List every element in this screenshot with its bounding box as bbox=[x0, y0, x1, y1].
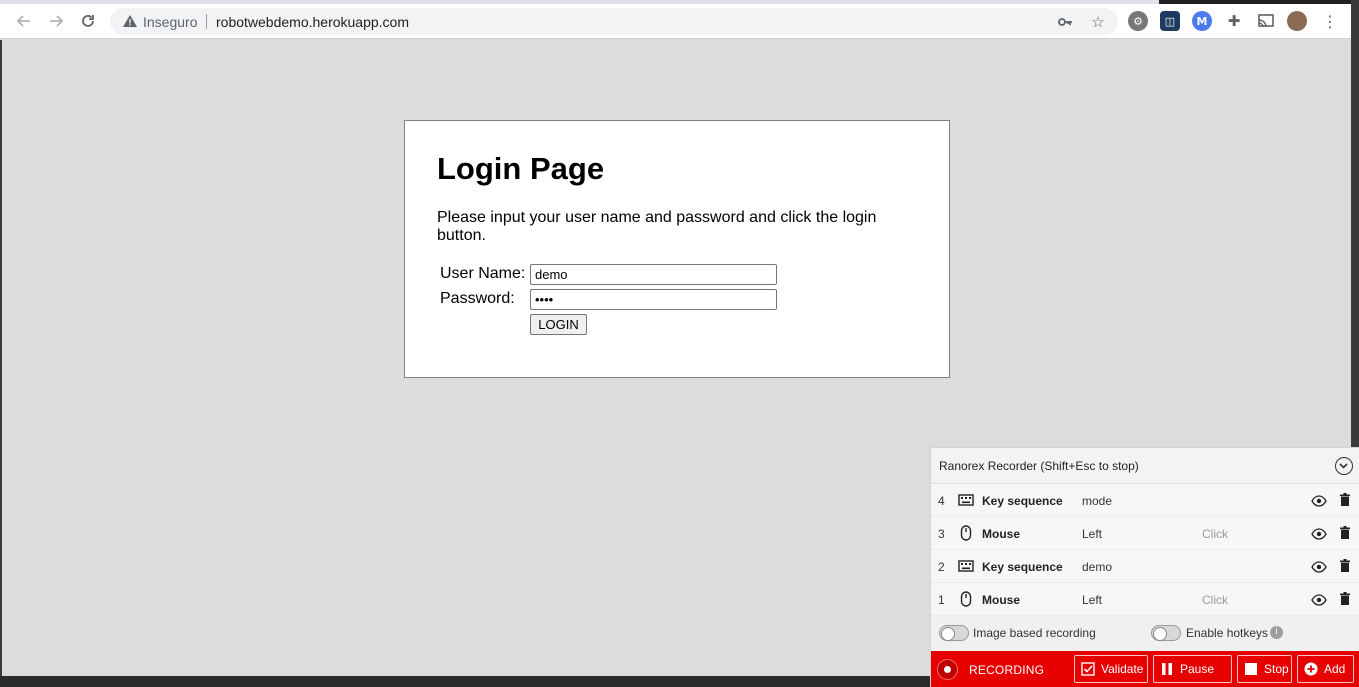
extensions-puzzle-icon[interactable]: ✚ bbox=[1224, 11, 1244, 31]
mouse-icon bbox=[958, 591, 974, 607]
window-edge-left bbox=[0, 40, 2, 687]
arrow-right-icon bbox=[50, 15, 64, 27]
plus-circle-icon bbox=[1304, 662, 1318, 676]
stop-icon bbox=[1245, 663, 1257, 675]
recorder-header: Ranorex Recorder (Shift+Esc to stop) bbox=[931, 448, 1359, 484]
action-index: 2 bbox=[938, 560, 945, 574]
recorder-title: Ranorex Recorder (Shift+Esc to stop) bbox=[939, 459, 1139, 473]
action-value: Left bbox=[1082, 593, 1103, 607]
validate-label: Validate bbox=[1101, 662, 1144, 676]
trash-icon[interactable] bbox=[1340, 559, 1350, 572]
warning-icon bbox=[123, 15, 137, 27]
recorded-action-row[interactable]: 2 Key sequence demo bbox=[931, 550, 1359, 583]
eye-icon[interactable] bbox=[1311, 494, 1327, 507]
reload-button[interactable] bbox=[76, 9, 100, 33]
stop-button[interactable]: Stop bbox=[1237, 655, 1292, 683]
action-index: 4 bbox=[938, 494, 945, 508]
extension-m-icon[interactable]: M bbox=[1192, 11, 1212, 31]
action-value: Left bbox=[1082, 527, 1103, 541]
back-button[interactable] bbox=[12, 9, 36, 33]
password-input[interactable] bbox=[530, 289, 777, 310]
add-button[interactable]: Add bbox=[1297, 655, 1354, 683]
arrow-left-icon bbox=[16, 15, 30, 27]
login-button[interactable]: LOGIN bbox=[530, 314, 587, 335]
recorder-panel: Ranorex Recorder (Shift+Esc to stop) 4 Ke… bbox=[930, 447, 1359, 687]
pause-button[interactable]: Pause bbox=[1153, 655, 1232, 683]
action-value: demo bbox=[1082, 560, 1113, 574]
address-bar[interactable]: Inseguro robotwebdemo.herokuapp.com ☆ bbox=[110, 8, 1118, 35]
trash-icon[interactable] bbox=[1340, 592, 1350, 605]
security-label[interactable]: Inseguro bbox=[143, 14, 197, 30]
menu-kebab-icon[interactable]: ⋮ bbox=[1320, 11, 1340, 31]
keyboard-icon bbox=[958, 492, 974, 508]
record-indicator-icon bbox=[937, 659, 958, 680]
key-icon[interactable] bbox=[1055, 12, 1075, 32]
validate-button[interactable]: Validate bbox=[1074, 655, 1148, 683]
recording-status: RECORDING bbox=[969, 663, 1045, 677]
password-label: Password: bbox=[440, 290, 515, 307]
login-instructions: Please input your user name and password… bbox=[437, 209, 877, 244]
reload-icon bbox=[82, 15, 94, 27]
omnibox-divider bbox=[206, 14, 207, 29]
login-card: Login Page Please input your user name a… bbox=[404, 120, 950, 378]
info-icon[interactable]: i bbox=[1270, 626, 1283, 639]
username-label: User Name: bbox=[440, 265, 526, 282]
action-index: 1 bbox=[938, 593, 945, 607]
stop-label: Stop bbox=[1264, 662, 1289, 676]
recorded-action-row[interactable]: 1 Mouse Left Click bbox=[931, 583, 1359, 616]
forward-button[interactable] bbox=[44, 9, 68, 33]
checkbox-icon bbox=[1081, 662, 1095, 676]
eye-icon[interactable] bbox=[1311, 593, 1327, 606]
image-based-toggle[interactable] bbox=[939, 625, 969, 641]
action-value: mode bbox=[1082, 494, 1113, 508]
extension-gear-icon[interactable]: ⚙ bbox=[1128, 11, 1148, 31]
username-input[interactable] bbox=[530, 264, 777, 285]
eye-icon[interactable] bbox=[1311, 560, 1327, 573]
extension-doc-icon[interactable]: ◫ bbox=[1160, 11, 1180, 31]
hotkeys-label: Enable hotkeys bbox=[1186, 626, 1269, 640]
pause-icon bbox=[1162, 663, 1172, 675]
profile-avatar-icon[interactable] bbox=[1287, 11, 1307, 31]
action-kind: Click bbox=[1202, 527, 1228, 541]
action-type: Key sequence bbox=[982, 560, 1063, 574]
action-kind: Click bbox=[1202, 593, 1228, 607]
action-index: 3 bbox=[938, 527, 945, 541]
keyboard-icon bbox=[958, 558, 974, 574]
image-based-label: Image based recording bbox=[973, 626, 1096, 640]
add-label: Add bbox=[1324, 662, 1346, 676]
trash-icon[interactable] bbox=[1340, 493, 1350, 506]
recorder-options: Image based recording Enable hotkeys i bbox=[931, 616, 1359, 651]
action-type: Mouse bbox=[982, 593, 1021, 607]
eye-icon[interactable] bbox=[1311, 527, 1327, 540]
url-text[interactable]: robotwebdemo.herokuapp.com bbox=[216, 14, 409, 30]
browser-toolbar: Inseguro robotwebdemo.herokuapp.com ☆ ⚙ … bbox=[0, 4, 1359, 39]
collapse-chevron-icon[interactable] bbox=[1335, 457, 1353, 475]
hotkeys-toggle[interactable] bbox=[1151, 625, 1181, 641]
cast-icon[interactable] bbox=[1256, 11, 1276, 31]
page-title: Login Page bbox=[437, 151, 605, 186]
mouse-icon bbox=[958, 525, 974, 541]
action-type: Mouse bbox=[982, 527, 1021, 541]
pause-label: Pause bbox=[1180, 662, 1215, 676]
trash-icon[interactable] bbox=[1340, 526, 1350, 539]
action-type: Key sequence bbox=[982, 494, 1063, 508]
recorded-action-row[interactable]: 3 Mouse Left Click bbox=[931, 517, 1359, 550]
recorded-action-row[interactable]: 4 Key sequence mode bbox=[931, 484, 1359, 517]
recorder-control-bar: RECORDING Validate Pause Stop Add bbox=[931, 651, 1359, 687]
star-icon[interactable]: ☆ bbox=[1088, 12, 1108, 32]
